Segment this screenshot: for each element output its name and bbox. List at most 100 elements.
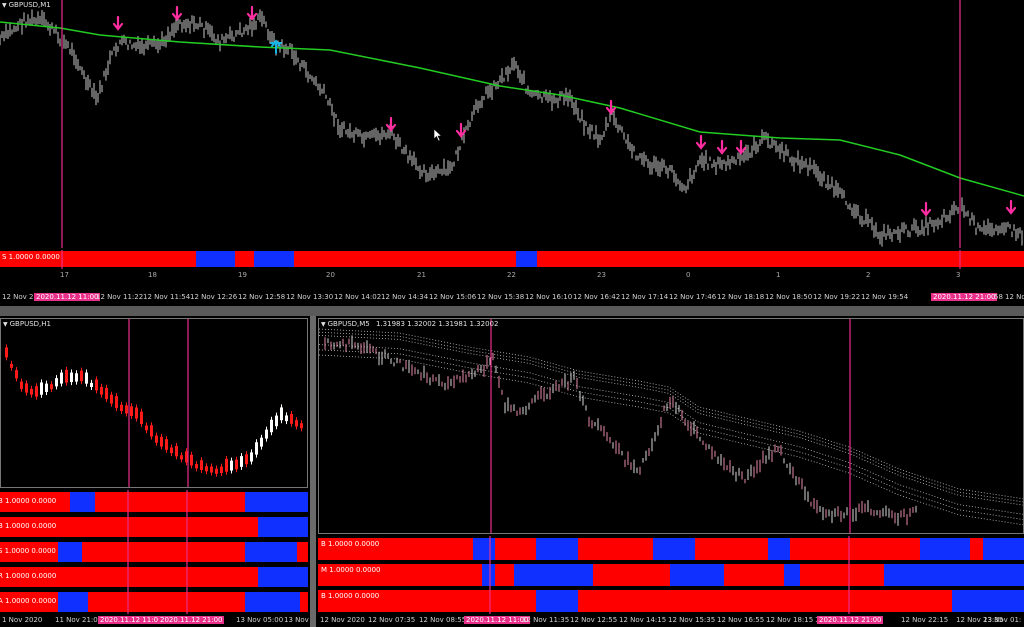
m5-symbol-label: GBPUSD,M5 (327, 320, 370, 328)
h1-chart-window[interactable]: ▼ GBPUSD,H1 (0, 318, 308, 488)
chart-menu-triangle-icon[interactable]: ▼ (3, 321, 8, 328)
candle-body (15, 370, 18, 379)
candle-body (150, 425, 153, 437)
time-axis-label: 11 Nov 21:00 (55, 616, 103, 624)
ichimoku-cloud-line (319, 344, 1023, 515)
candle-body (155, 435, 158, 443)
h1-chart-title: ▼ GBPUSD,H1 (3, 320, 51, 328)
time-axis-label: 12 Nov 16:10 (525, 293, 573, 301)
vertical-separator[interactable] (310, 316, 316, 627)
moving-average-line (0, 21, 1024, 197)
indicator-bar (768, 538, 790, 560)
candle-body (65, 369, 68, 383)
h1-symbol-label: GBPUSD,H1 (9, 320, 51, 328)
time-axis-label: 12 Nov 17:46 (669, 293, 717, 301)
sell-arrow-icon (1005, 199, 1017, 215)
candle-body (50, 384, 53, 390)
candle-body (160, 436, 163, 447)
time-axis-label: 12 Nov 18:18 (717, 293, 765, 301)
candle-body (175, 445, 178, 457)
indicator-bar (196, 251, 235, 267)
m5-indicator-bars (318, 536, 1024, 614)
candle-body (140, 411, 143, 424)
h1-price-chart[interactable] (1, 319, 308, 488)
time-axis-label: 12 Nov 11:35 (522, 616, 570, 624)
time-axis-label: 12 Nov 19:22 (813, 293, 861, 301)
candle-body (85, 372, 88, 384)
m5-chart-window[interactable]: ▼ GBPUSD,M5 1.31983 1.32002 1.31981 1.320… (318, 318, 1024, 534)
candle-body (20, 381, 23, 389)
candle-body (195, 464, 198, 469)
window-separator[interactable] (0, 306, 1024, 316)
m5-indicator-label: B 1.0000 0.0000 (321, 540, 380, 548)
h1-time-axis: 1 Nov 2020 11 Nov 21:00 2020.11.12 11:00 20… (0, 614, 310, 627)
candle-body (120, 404, 123, 411)
hour-label: 21 (417, 271, 426, 279)
indicator-bar (790, 538, 920, 560)
candle-body (295, 420, 298, 427)
hour-label: 19 (238, 271, 247, 279)
time-axis-label: 12 Nov 18:50 (765, 293, 813, 301)
indicator-bar (578, 590, 952, 612)
h1-indicator-label: B 1.0000 0.0000 (0, 497, 57, 505)
indicator-bar (58, 592, 88, 612)
sell-arrow-icon (735, 139, 747, 155)
price-bars-group (0, 9, 1023, 247)
candle-body (190, 454, 193, 466)
main-indicator-label: S 1.0000 0.0000 (2, 253, 60, 261)
m5-chart-title: ▼ GBPUSD,M5 1.31983 1.32002 1.31981 1.320… (321, 320, 498, 328)
candle-body (275, 415, 278, 427)
time-axis-label: 12 Nov 18:15 (766, 616, 814, 624)
candle-body (75, 373, 78, 382)
candle-body (60, 372, 63, 384)
indicator-bar (578, 538, 653, 560)
candle-body (215, 468, 218, 474)
time-axis-label: 12 Nov 12:26 (190, 293, 238, 301)
main-time-axis: 12 Nov 20 2020.11.12 11:00 12 Nov 11:22 12 … (0, 290, 1024, 306)
sell-arrow-icon (920, 201, 932, 217)
chart-menu-triangle-icon[interactable]: ▼ (321, 321, 326, 328)
candle-body (205, 466, 208, 472)
candle-body (90, 382, 93, 387)
time-axis-label: 12 Nov 13:30 (286, 293, 334, 301)
main-chart-window[interactable]: ▼ GBPUSD,M1 (0, 0, 1024, 248)
candle-body (245, 454, 248, 465)
main-indicator-window[interactable]: S 1.0000 0.0000 (0, 250, 1024, 269)
candle-body (235, 459, 238, 470)
h1-indicators-window[interactable]: B 1.0000 0.0000 B 1.0000 0.0000 S 1.0000 0… (0, 490, 308, 614)
m5-price-chart[interactable] (319, 319, 1024, 534)
candle-body (95, 379, 98, 391)
ichimoku-cloud-line (319, 354, 1023, 526)
indicator-bar (952, 590, 1024, 612)
candle-body (300, 423, 303, 429)
time-axis-label: 2020.11.12 11:00 (98, 616, 165, 624)
time-axis-label: 12 Nov (1005, 293, 1024, 301)
time-axis-label: 58 (994, 293, 1003, 301)
candle-body (130, 406, 133, 416)
time-axis-label: 12 Nov 16:42 (573, 293, 621, 301)
time-axis-label: 12 Nov 12:58 (238, 293, 286, 301)
ichimoku-cloud-line (319, 349, 1023, 520)
candle-body (170, 447, 173, 454)
candle-body (110, 394, 113, 404)
indicator-bar (800, 564, 884, 586)
time-axis-label: 12 Nov 07:35 (368, 616, 416, 624)
candle-body (210, 466, 213, 473)
candle-body (200, 460, 203, 470)
sell-arrow-icon (246, 5, 258, 21)
time-axis-label: 12 Nov 14:34 (381, 293, 429, 301)
time-axis-label: 2020.11.12 21:00 (158, 616, 225, 624)
candle-body (125, 405, 128, 414)
mouse-cursor-icon (433, 128, 443, 142)
candle-body (55, 378, 58, 387)
m5-indicators-window[interactable]: B 1.0000 0.0000 M 1.0000 0.0000 B 1.0000 0… (318, 536, 1024, 614)
indicator-bar (245, 492, 308, 512)
candle-body (35, 386, 38, 397)
candle-body (255, 442, 258, 455)
m5-ohlc-values: 1.31983 1.32002 1.31981 1.32002 (375, 320, 499, 328)
chart-menu-triangle-icon[interactable]: ▼ (2, 2, 7, 9)
hour-label: 20 (326, 271, 335, 279)
main-price-chart[interactable] (0, 0, 1024, 248)
time-axis-label: 12 Nov 14:02 (334, 293, 382, 301)
candle-body (270, 419, 273, 433)
